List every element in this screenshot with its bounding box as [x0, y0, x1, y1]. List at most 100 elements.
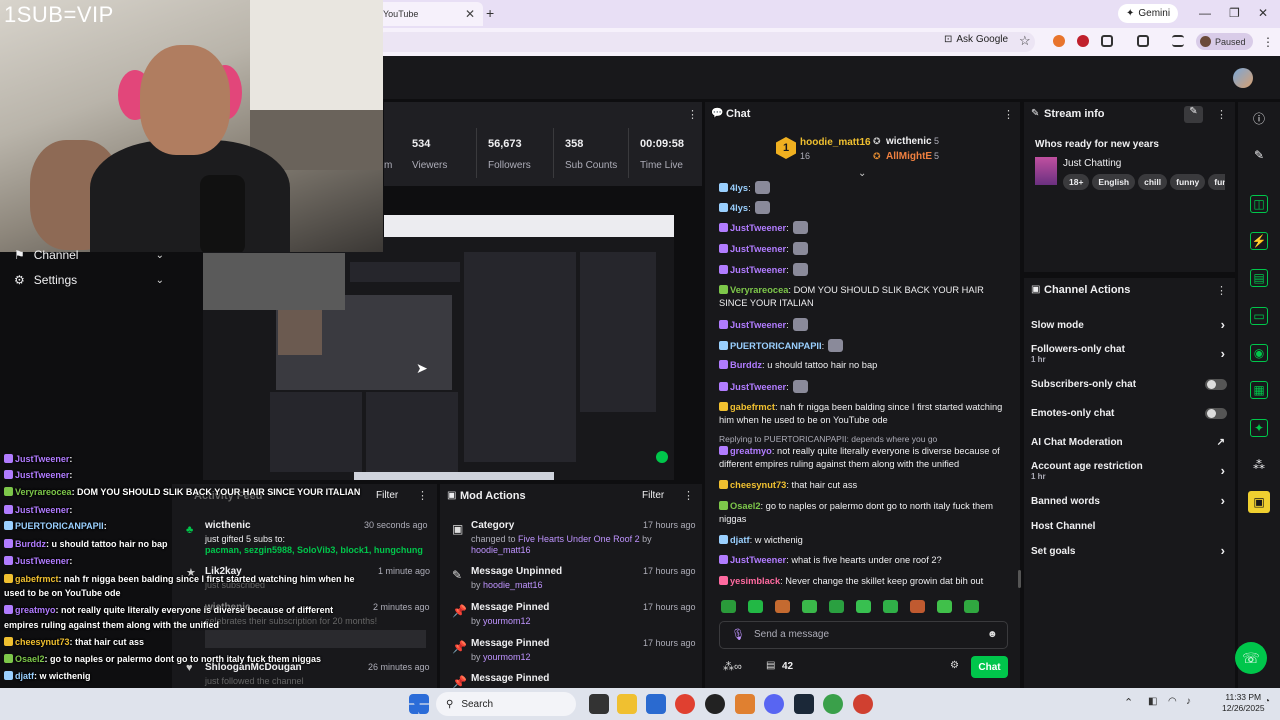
steam-icon[interactable]: [794, 694, 814, 714]
chrome-icon[interactable]: [853, 694, 873, 714]
maximize-icon[interactable]: ❐: [1229, 6, 1240, 20]
activity-menu-icon[interactable]: ⋮: [417, 489, 428, 502]
channel-action-slow-mode[interactable]: Slow mode ›: [1031, 317, 1227, 332]
media-icon[interactable]: [1172, 35, 1184, 47]
mod-action-link[interactable]: hoodie_matt16: [483, 580, 543, 590]
stats-menu-icon[interactable]: ⋮: [687, 108, 698, 121]
pencil-icon[interactable]: ✎: [1250, 146, 1268, 164]
sidebar-item-channel[interactable]: ⚑ Channel ⌄: [14, 248, 164, 262]
chat-menu-icon[interactable]: ⋮: [1003, 108, 1014, 121]
chat-username[interactable]: yesimblack: [730, 576, 780, 586]
emote-icon[interactable]: [937, 600, 952, 613]
emote-icon[interactable]: [856, 600, 871, 613]
chat-send-button[interactable]: Chat: [971, 656, 1008, 678]
tag[interactable]: 18+: [1063, 174, 1090, 190]
omnibox[interactable]: [375, 32, 1035, 52]
leader-name[interactable]: AllMightE: [886, 151, 932, 162]
mod-action-link[interactable]: Five Hearts Under One Roof 2: [518, 534, 640, 544]
task-view-icon[interactable]: [589, 694, 609, 714]
chat-settings-icon[interactable]: ⚙: [950, 660, 959, 671]
mod-menu-icon[interactable]: ⋮: [683, 489, 694, 502]
mod-action-link[interactable]: yourmom12: [483, 652, 531, 662]
volume-icon[interactable]: ♪: [1186, 696, 1191, 707]
chat-username[interactable]: gabefrmct: [730, 402, 775, 412]
chat-username[interactable]: Osael2: [730, 501, 761, 511]
mod-action-link[interactable]: hoodie_matt16: [471, 545, 531, 555]
chat-username[interactable]: JustTweener: [730, 382, 786, 392]
channel-action-subscribers-only-chat[interactable]: Subscribers-only chat: [1031, 379, 1227, 390]
activity-user[interactable]: wicthenic: [205, 520, 251, 531]
mod-filter-button[interactable]: Filter: [642, 490, 664, 501]
chat-username[interactable]: Burddz: [730, 360, 762, 370]
extensions-puzzle-icon[interactable]: [1101, 35, 1113, 47]
toggle-switch[interactable]: [1205, 408, 1227, 419]
emote-icon[interactable]: [775, 600, 790, 613]
extension-icon[interactable]: [1053, 35, 1065, 47]
bookmark-star-icon[interactable]: ☆: [1019, 33, 1031, 49]
new-tab-icon[interactable]: +: [486, 5, 494, 21]
network-icon[interactable]: ◧: [1148, 696, 1157, 707]
stream-info-menu-icon[interactable]: ⋮: [1216, 108, 1227, 121]
channel-action-set-goals[interactable]: Set goals ›: [1031, 543, 1227, 558]
emote-icon[interactable]: [748, 600, 763, 613]
emote-icon[interactable]: [910, 600, 925, 613]
chat-input[interactable]: Send a message: [719, 621, 1008, 649]
close-tab-icon[interactable]: ✕: [465, 7, 475, 21]
chrome-icon[interactable]: [675, 694, 695, 714]
minimize-icon[interactable]: —: [1199, 6, 1211, 20]
tag[interactable]: chill: [1138, 174, 1168, 190]
info-icon[interactable]: ⓘ: [1250, 109, 1268, 127]
channel-action-banned-words[interactable]: Banned words ›: [1031, 493, 1227, 508]
taskbar-clock[interactable]: 11:33 PM 12/26/2025: [1222, 692, 1265, 714]
sidebar-item-settings[interactable]: ⚙ Settings ⌄: [14, 273, 164, 287]
notification-bell-icon[interactable]: ◔: [1264, 696, 1270, 707]
points-icon[interactable]: ⁂: [1250, 456, 1268, 474]
obs-icon[interactable]: [705, 694, 725, 714]
collapse-leaderboard-icon[interactable]: ⌄: [858, 168, 866, 179]
channel-action-ai-chat-moderation[interactable]: AI Chat Moderation ↗: [1031, 437, 1227, 448]
mic-icon[interactable]: 🎙: [731, 628, 745, 641]
wrench-icon[interactable]: ✦: [1250, 419, 1268, 437]
emote-icon[interactable]: [883, 600, 898, 613]
chat-username[interactable]: JustTweener: [730, 244, 786, 254]
emote-icon[interactable]: [721, 600, 736, 613]
mod-action-link[interactable]: yourmom12: [483, 616, 531, 626]
wifi-icon[interactable]: ◠: [1168, 696, 1177, 707]
chat-username[interactable]: 4lys: [730, 183, 748, 193]
chat-username[interactable]: JustTweener: [730, 555, 786, 565]
tag[interactable]: fun: [1208, 174, 1225, 190]
emote-icon[interactable]: [802, 600, 817, 613]
ask-google-button[interactable]: ⊡ Ask Google: [944, 34, 1008, 45]
leader-name[interactable]: wicthenic: [886, 136, 932, 147]
browser-tab[interactable]: YouTube ✕: [375, 2, 483, 26]
stream-category[interactable]: Just Chatting: [1063, 158, 1121, 169]
chat-username[interactable]: djatf: [730, 535, 750, 545]
app-icon[interactable]: [735, 694, 755, 714]
chat-username[interactable]: PUERTORICANPAPII: [730, 341, 822, 351]
cast-icon[interactable]: [1137, 35, 1149, 47]
channel-action-host-channel[interactable]: Host Channel: [1031, 521, 1227, 532]
activity-filter-button[interactable]: Filter: [376, 490, 398, 501]
profile-button[interactable]: Paused: [1196, 33, 1253, 50]
chat-icon[interactable]: ▭: [1250, 307, 1268, 325]
chat-username[interactable]: 4lys: [730, 203, 748, 213]
extension-icon[interactable]: [1077, 35, 1089, 47]
channel-points-icon[interactable]: ⁂∞: [723, 660, 742, 673]
extension-panel-icon[interactable]: ▣: [1248, 491, 1270, 513]
chat-username[interactable]: JustTweener: [730, 320, 786, 330]
file-explorer-icon[interactable]: [617, 694, 637, 714]
channel-action-followers-only-chat[interactable]: Followers-only chat 1 hr ›: [1031, 344, 1227, 364]
chat-username[interactable]: Veryrareocea: [730, 285, 788, 295]
chat-scrollbar[interactable]: [1018, 570, 1021, 588]
chat-username[interactable]: JustTweener: [730, 265, 786, 275]
emote-icon[interactable]: [964, 600, 979, 613]
user-avatar[interactable]: [1233, 68, 1253, 88]
store-icon[interactable]: [646, 694, 666, 714]
ad-icon[interactable]: ▦: [1250, 381, 1268, 399]
browser-menu-icon[interactable]: ⋮: [1262, 35, 1274, 49]
taskbar-search[interactable]: ⚲ Search: [436, 692, 576, 716]
emoji-icon[interactable]: ☻: [987, 629, 998, 640]
chrome-icon[interactable]: [823, 694, 843, 714]
tray-chevron-icon[interactable]: ⌃: [1124, 696, 1133, 709]
clipboard-icon[interactable]: ▤: [1250, 269, 1268, 287]
